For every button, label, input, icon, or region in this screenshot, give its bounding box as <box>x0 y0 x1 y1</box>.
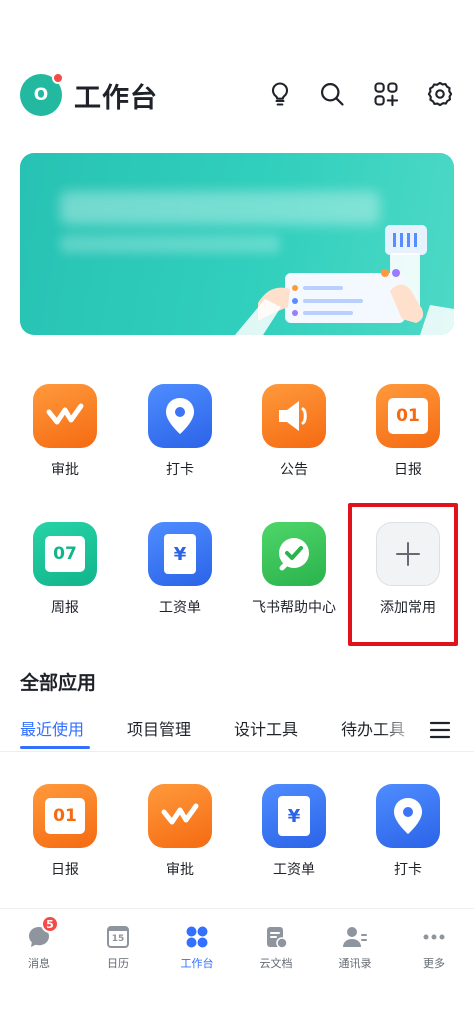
promo-banner[interactable] <box>20 153 454 335</box>
speaker-icon <box>262 384 326 448</box>
tab-design-tools[interactable]: 设计工具 <box>234 716 298 740</box>
search-icon[interactable] <box>316 78 348 110</box>
nav-label: 通讯录 <box>338 957 372 970</box>
app-label: 工资单 <box>273 862 315 878</box>
app-label: 公告 <box>280 462 308 478</box>
category-tabs: 最近使用 项目管理 设计工具 待办工具 <box>0 712 474 752</box>
app-payslip[interactable]: ¥ 工资单 <box>130 522 230 618</box>
nav-workplace[interactable]: 工作台 <box>162 923 232 971</box>
nav-label: 工作台 <box>180 957 214 970</box>
active-tab-indicator <box>20 746 90 749</box>
menu-icon[interactable] <box>428 718 452 742</box>
tab-fade <box>380 712 420 746</box>
payslip-icon: ¥ <box>262 784 326 848</box>
bottom-nav: 5 消息 15 日历 工作台 云文档 通讯录 更多 <box>0 908 474 988</box>
calendar-icon: 07 <box>33 522 97 586</box>
app-label: 工资单 <box>159 600 201 616</box>
app-label: 打卡 <box>166 462 194 478</box>
section-title: 全部应用 <box>20 672 97 694</box>
recent-app-approval[interactable]: 审批 <box>130 784 230 880</box>
chat-bubble-icon: 5 <box>25 915 59 951</box>
avatar-initial: O <box>33 85 49 105</box>
unread-badge: 5 <box>41 915 59 933</box>
recent-app-payslip[interactable]: ¥ 工资单 <box>244 784 344 880</box>
more-dots-icon <box>420 923 448 951</box>
nav-contacts[interactable]: 通讯录 <box>320 923 390 971</box>
yuan-symbol: ¥ <box>164 534 196 574</box>
lightbulb-icon[interactable] <box>264 78 296 110</box>
calendar-icon: 15 <box>104 923 132 951</box>
nav-messages[interactable]: 5 消息 <box>4 915 74 971</box>
calendar-day-text: 01 <box>45 798 85 834</box>
yuan-symbol: ¥ <box>278 796 310 836</box>
bottom-safe-area <box>0 988 474 1026</box>
payslip-icon: ¥ <box>148 522 212 586</box>
nav-label: 日历 <box>107 957 129 970</box>
calendar-date-text: 15 <box>107 926 129 948</box>
header: O 工作台 <box>0 62 474 126</box>
app-label: 审批 <box>166 862 194 878</box>
banner-illustration <box>235 225 454 335</box>
contacts-icon <box>341 923 369 951</box>
calendar-icon: 01 <box>376 384 440 448</box>
app-announcement[interactable]: 公告 <box>244 384 344 480</box>
app-help-center[interactable]: 飞书帮助中心 <box>244 522 344 618</box>
app-checkin[interactable]: 打卡 <box>130 384 230 480</box>
recent-app-checkin[interactable]: 打卡 <box>358 784 458 880</box>
location-pin-icon <box>376 784 440 848</box>
avatar-notification-dot <box>52 72 64 84</box>
calendar-day-text: 07 <box>45 536 85 572</box>
app-label: 日报 <box>51 862 79 878</box>
app-approval[interactable]: 审批 <box>15 384 115 480</box>
approval-icon <box>148 784 212 848</box>
app-label: 审批 <box>51 462 79 478</box>
nav-label: 更多 <box>423 957 445 970</box>
app-grid-add-icon[interactable] <box>370 78 402 110</box>
nav-more[interactable]: 更多 <box>399 923 469 971</box>
app-label: 日报 <box>394 462 422 478</box>
approval-icon <box>33 384 97 448</box>
calendar-day-text: 01 <box>388 398 428 434</box>
recent-app-daily-report[interactable]: 01 日报 <box>15 784 115 880</box>
document-icon <box>262 923 290 951</box>
page-title: 工作台 <box>74 83 158 114</box>
app-label: 飞书帮助中心 <box>252 600 336 616</box>
app-label: 打卡 <box>394 862 422 878</box>
app-label: 周报 <box>51 600 79 616</box>
nav-label: 消息 <box>28 957 50 970</box>
calendar-icon: 01 <box>33 784 97 848</box>
highlight-box <box>348 503 458 646</box>
help-check-icon <box>262 522 326 586</box>
tab-project-management[interactable]: 项目管理 <box>127 716 191 740</box>
divider <box>0 751 474 752</box>
app-daily-report[interactable]: 01 日报 <box>358 384 458 480</box>
app-weekly-report[interactable]: 07 周报 <box>15 522 115 618</box>
nav-label: 云文档 <box>259 957 293 970</box>
nav-calendar[interactable]: 15 日历 <box>83 923 153 971</box>
workplace-grid-icon <box>183 923 211 951</box>
location-pin-icon <box>148 384 212 448</box>
tab-recent[interactable]: 最近使用 <box>20 716 84 740</box>
nav-docs[interactable]: 云文档 <box>241 923 311 971</box>
gear-icon[interactable] <box>424 78 456 110</box>
